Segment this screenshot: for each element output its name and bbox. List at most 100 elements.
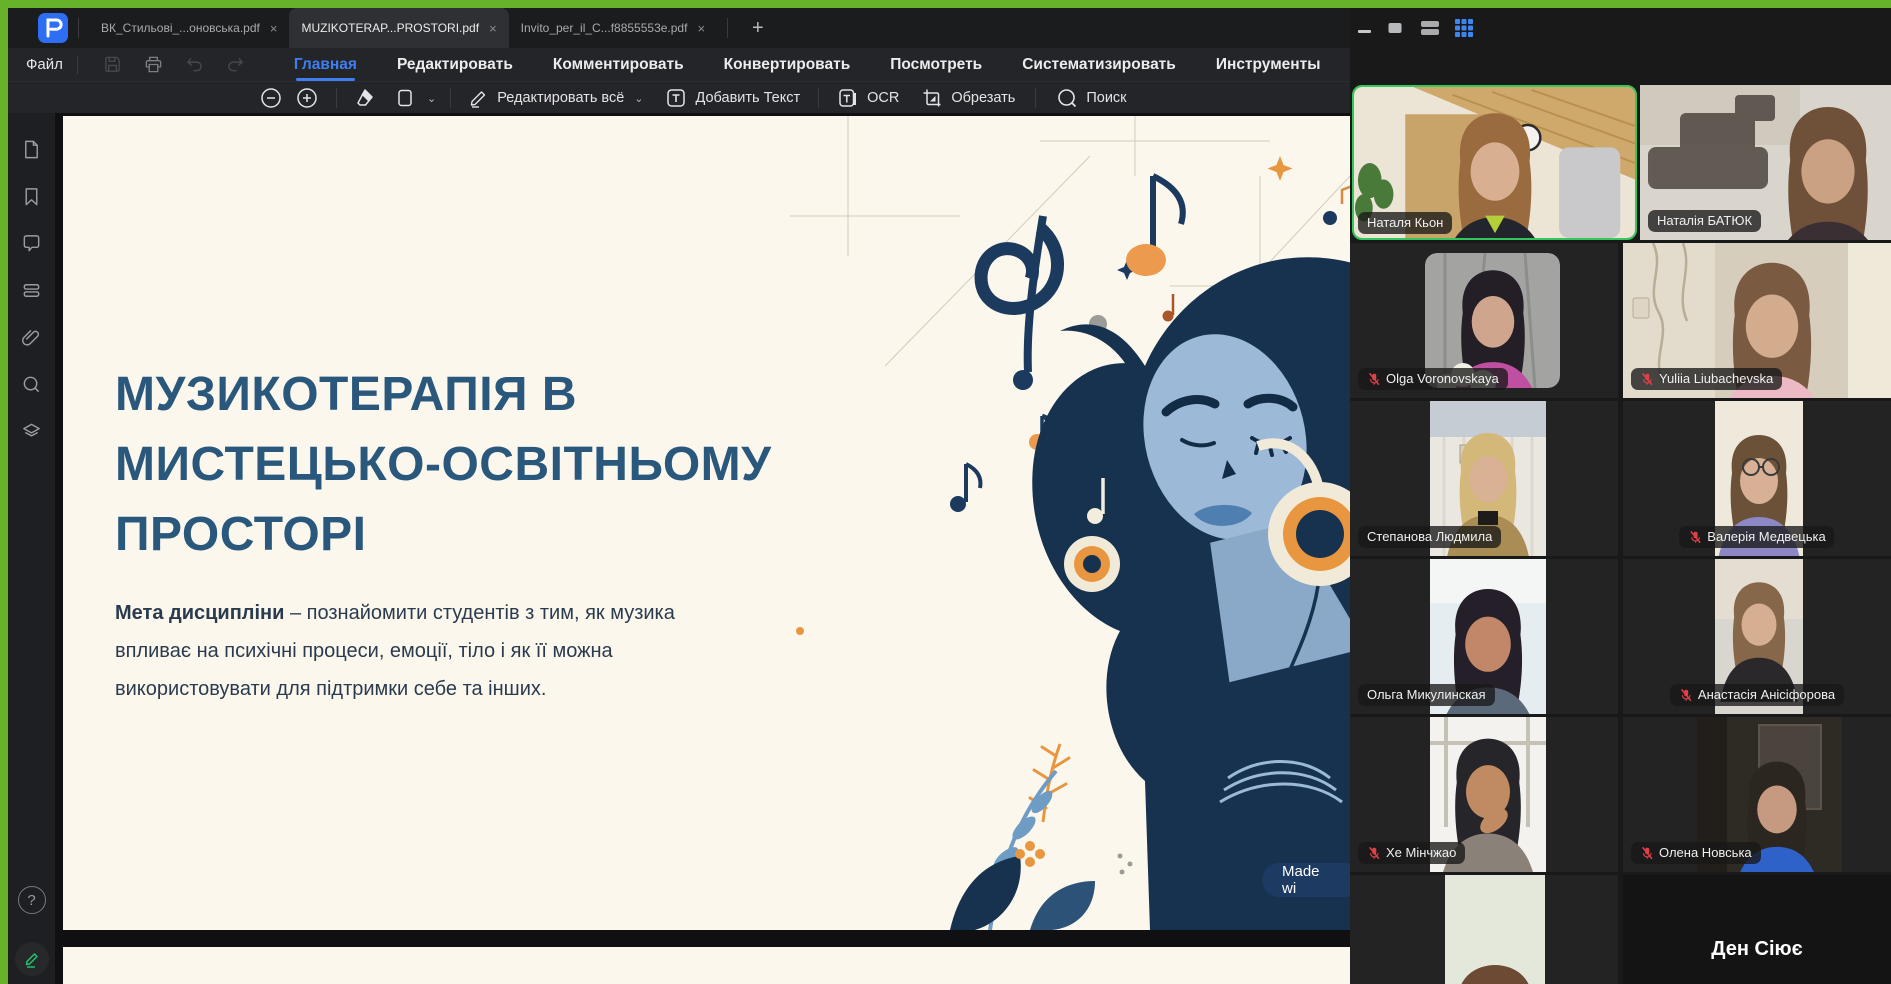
edit-all-label: Редактировать всё (497, 90, 624, 106)
pdf-toolbar: ⌄ Редактировать всё ⌄ Добавить Текст OCR… (8, 81, 1350, 114)
orange-star (1268, 156, 1293, 181)
participant-nametag: Наталія БАТЮК (1648, 210, 1761, 232)
menu-item-tools[interactable]: Инструменты (1216, 49, 1321, 81)
menu-item-home[interactable]: Главная (294, 49, 357, 81)
tab-document-1[interactable]: ВК_Стильові_...оновська.pdf × (89, 8, 289, 48)
zoom-out-button[interactable] (260, 87, 282, 109)
chevron-down-icon: ⌄ (634, 92, 643, 105)
zoom-in-button[interactable] (296, 87, 318, 109)
file-menu[interactable]: Файл (26, 56, 63, 73)
speaker-view-icon[interactable] (1420, 18, 1440, 38)
menu-item-convert[interactable]: Конвертировать (724, 49, 851, 81)
participant-tile[interactable]: Наталія БАТЮК (1640, 85, 1891, 240)
menu-item-view[interactable]: Посмотреть (890, 49, 982, 81)
mic-muted-icon (1679, 688, 1693, 702)
bookmarks-icon[interactable] (21, 186, 42, 207)
participant-name: Наталя Кьон (1367, 215, 1443, 230)
annotate-pencil-button[interactable] (15, 942, 49, 976)
search-button[interactable]: Поиск (1056, 87, 1126, 109)
tab-document-3[interactable]: Invito_per_il_C...f8855553e.pdf × (509, 8, 717, 48)
tab-close-icon[interactable]: × (270, 21, 278, 36)
participant-name: Валерія Медвецька (1707, 529, 1825, 544)
participant-name: Yuliia Liubachevska (1659, 371, 1773, 386)
thumbnails-page-icon[interactable] (21, 139, 42, 160)
participant-name: Ольга Микулинская (1367, 687, 1486, 702)
participant-name: Олена Новська (1659, 845, 1752, 860)
screen: ВК_Стильові_...оновська.pdf × MUZIKOTERA… (0, 0, 1891, 984)
participant-tile[interactable]: Наталя Кьон (1352, 85, 1637, 240)
navy-note-left (950, 464, 980, 512)
participant-tile[interactable]: Валерія Медвецька (1623, 401, 1891, 556)
participant-name: Ден Сіює (1623, 938, 1891, 961)
tab-close-icon[interactable]: × (489, 21, 497, 36)
participant-tile[interactable]: Олена Новська (1623, 717, 1891, 872)
mic-muted-icon (1688, 530, 1702, 544)
slide-title: МУЗИКОТЕРАПІЯ В МИСТЕЦЬКО-ОСВІТНЬОМУ ПРО… (115, 360, 772, 570)
participant-nametag: Ольга Микулинская (1358, 684, 1495, 706)
treble-clef (981, 216, 1058, 390)
pdf-tab-bar: ВК_Стильові_...оновська.pdf × MUZIKOTERA… (8, 8, 1350, 48)
screenshare-border-left (0, 8, 8, 984)
tab-label: ВК_Стильові_...оновська.pdf (101, 21, 260, 35)
ocr-label: OCR (867, 90, 899, 106)
participant-name: Olga Voronovskaya (1386, 371, 1499, 386)
participant-name: Хе Мінчжао (1386, 845, 1456, 860)
new-tab-button[interactable]: + (752, 17, 764, 40)
pdfelement-logo-icon[interactable] (38, 13, 68, 43)
participant-nametag: Олена Новська (1631, 842, 1761, 864)
participant-nametag: Валерія Медвецька (1679, 526, 1834, 548)
tab-document-2-active[interactable]: MUZIKOTERAP...PROSTORI.pdf × (289, 8, 508, 48)
zoom-meeting-window: Наталя Кьон Наталія БАТЮК Olga Voronovsk… (1350, 8, 1891, 984)
chevron-down-icon: ⌄ (427, 92, 436, 105)
undo-icon[interactable] (185, 55, 204, 74)
ocr-button[interactable]: OCR (837, 87, 899, 109)
layers-icon[interactable] (21, 421, 42, 442)
gallery-view-icon[interactable] (1454, 18, 1474, 38)
minimize-window-icon[interactable] (1357, 20, 1373, 36)
help-button[interactable]: ? (18, 886, 46, 914)
comments-icon[interactable] (21, 233, 42, 254)
document-canvas[interactable]: МУЗИКОТЕРАПІЯ В МИСТЕЦЬКО-ОСВІТНЬОМУ ПРО… (55, 113, 1350, 984)
tab-close-icon[interactable]: × (697, 21, 705, 36)
save-icon[interactable] (103, 55, 122, 74)
slide-page-1[interactable]: МУЗИКОТЕРАПІЯ В МИСТЕЦЬКО-ОСВІТНЬОМУ ПРО… (63, 116, 1350, 930)
menu-item-comment[interactable]: Комментировать (553, 49, 684, 81)
participant-tile[interactable]: Olga Voronovskaya (1350, 243, 1618, 398)
pdf-sidebar: ? (8, 113, 55, 984)
page-list-icon[interactable] (21, 280, 42, 301)
tab-label: Invito_per_il_C...f8855553e.pdf (521, 21, 688, 35)
restore-window-icon[interactable] (1387, 20, 1403, 36)
attachments-icon[interactable] (21, 327, 42, 348)
participant-tile[interactable]: Анастасія Анісіфорова (1623, 559, 1891, 714)
participant-tile[interactable]: Степанова Людмила (1350, 401, 1618, 556)
screenshare-border-top (0, 0, 1891, 8)
participant-name: Степанова Людмила (1367, 529, 1492, 544)
highlighter-button[interactable] (353, 87, 375, 109)
menu-item-organize[interactable]: Систематизировать (1022, 49, 1176, 81)
pdf-menu-bar: Файл Главная Редактировать Комментироват… (8, 48, 1350, 81)
participant-nametag: Olga Voronovskaya (1358, 368, 1508, 390)
participant-tile[interactable] (1350, 875, 1618, 984)
participant-tile[interactable]: Yuliia Liubachevska (1623, 243, 1891, 398)
shape-tool-button[interactable]: ⌄ (395, 87, 436, 109)
green-pencil-icon (22, 949, 42, 969)
print-icon[interactable] (144, 55, 163, 74)
search-sidebar-icon[interactable] (21, 374, 42, 395)
crop-button[interactable]: Обрезать (921, 87, 1015, 109)
participant-tile[interactable]: Хе Мінчжао (1350, 717, 1618, 872)
music-woman-illustration (790, 116, 1350, 930)
edit-all-button[interactable]: Редактировать всё ⌄ (467, 87, 643, 109)
mic-muted-icon (1640, 372, 1654, 386)
slide-page-2[interactable] (63, 947, 1350, 984)
mic-muted-icon (1367, 372, 1381, 386)
menu-item-edit[interactable]: Редактировать (397, 49, 513, 81)
participant-tile-camera-off[interactable]: Ден Сіює (1623, 875, 1891, 984)
participant-nametag: Степанова Людмила (1358, 526, 1501, 548)
redo-icon[interactable] (226, 55, 245, 74)
add-text-label: Добавить Текст (695, 90, 800, 106)
mic-muted-icon (1640, 846, 1654, 860)
made-with-badge[interactable]: Made wi (1262, 863, 1350, 897)
add-text-button[interactable]: Добавить Текст (665, 87, 800, 109)
participant-tile[interactable]: Ольга Микулинская (1350, 559, 1618, 714)
mic-muted-icon (1367, 846, 1381, 860)
